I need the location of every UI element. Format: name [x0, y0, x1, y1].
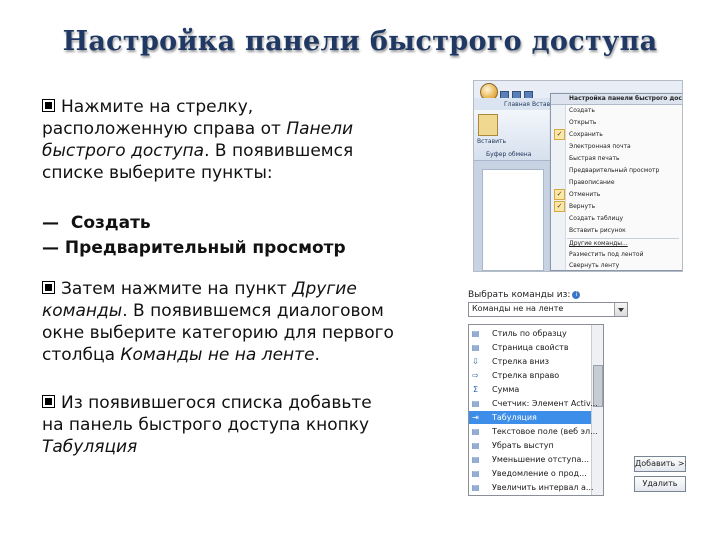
check-icon: ✓ — [554, 201, 565, 212]
list-item[interactable]: ▤ Уменьшение отступа... — [469, 453, 591, 466]
list-item-label: Увеличить интервал а... — [492, 483, 594, 492]
ribbon-screenshot: Главная Вставка Вставить Буфер обмена На… — [473, 80, 683, 272]
list-item-label: Табуляция — [492, 413, 537, 422]
choose-commands-label: Выбрать команды из: i — [468, 290, 581, 300]
menu-item-print-preview[interactable]: Предварительный просмотр — [569, 167, 659, 174]
paste-label: Вставить — [477, 138, 507, 145]
doc-icon: ▤ — [471, 343, 480, 352]
list-item-label: Стиль по образцу — [492, 329, 567, 338]
list-item-label: Счетчик: Элемент Activ... — [492, 399, 598, 408]
menu-title: Настройка панели быстрого доступа — [551, 94, 682, 105]
menu-separator — [567, 238, 679, 239]
list-item[interactable]: Σ Сумма — [469, 383, 591, 396]
commands-list: ▤ Стиль по образцу ▤ Страница свойств ⇩ Стрел… — [468, 324, 604, 496]
quick-access-toolbar[interactable] — [500, 85, 556, 100]
chevron-down-icon[interactable] — [614, 303, 627, 316]
menu-item-create[interactable]: Создать — [569, 107, 595, 114]
combo-value: Команды не на ленте — [472, 304, 564, 313]
document-page — [482, 169, 544, 271]
bullet-icon — [42, 281, 55, 294]
add-button[interactable]: Добавить >> — [634, 456, 686, 472]
doc-icon: ▤ — [471, 469, 480, 478]
list-item-label: Сумма — [492, 385, 520, 394]
doc-icon: ▤ — [471, 483, 480, 492]
list-item-label: Текстовое поле (веб эл... — [492, 427, 598, 436]
paste-icon[interactable] — [478, 114, 498, 136]
bullet-icon — [42, 395, 55, 408]
list-item[interactable]: ▤ Уведомление о прод... — [469, 467, 591, 480]
tab-icon: ⇥ — [472, 413, 479, 422]
ribbon-panel: Вставить Буфер обмена — [474, 110, 550, 161]
list-item-label: Страница свойств — [492, 343, 569, 352]
menu-item-quick-print[interactable]: Быстрая печать — [569, 155, 620, 162]
list-item-label: Стрелка вниз — [492, 357, 550, 366]
list-item-label: Уведомление о прод... — [492, 469, 587, 478]
doc-icon: ▤ — [471, 329, 480, 338]
remove-button[interactable]: Удалить — [634, 476, 686, 492]
menu-item-insert-picture[interactable]: Вставить рисунок — [569, 227, 626, 234]
doc-icon: ▤ — [471, 399, 480, 408]
slide-title: Настройка панели быстрого доступа — [62, 26, 658, 57]
commands-dialog-screenshot: Выбрать команды из: i Команды не на ленте… — [464, 284, 686, 498]
list-item[interactable]: ▤ Увеличить интервал а... — [469, 481, 594, 494]
doc-icon: ▤ — [471, 427, 480, 436]
check-icon: ✓ — [554, 189, 565, 200]
commands-category-select[interactable]: Команды не на ленте — [468, 302, 628, 317]
doc-icon: ▤ — [471, 441, 480, 450]
paragraph-1: Нажмите на стрелку, расположенную справа… — [42, 97, 354, 183]
list-item-label: Убрать выступ — [492, 441, 554, 450]
sigma-icon: Σ — [472, 385, 479, 394]
menu-item-more-commands[interactable]: Другие команды... — [569, 240, 628, 247]
list-item[interactable]: ⇩ Стрелка вниз — [469, 355, 591, 368]
menu-item-spelling[interactable]: Правописание — [569, 179, 615, 186]
list-item[interactable]: ▤ Убрать выступ — [469, 439, 591, 452]
list-item[interactable]: ▤ Стиль по образцу — [469, 327, 591, 340]
document-area — [474, 161, 550, 271]
menu-item-email[interactable]: Электронная почта — [569, 143, 631, 150]
bullet-icon — [42, 99, 55, 112]
menu-item-save[interactable]: Сохранить — [569, 131, 603, 138]
qat-customize-menu: Настройка панели быстрого доступа Создат… — [550, 93, 682, 271]
list-item-preview: — Предварительный просмотр — [42, 238, 346, 258]
check-icon: ✓ — [554, 129, 565, 140]
menu-item-show-below-ribbon[interactable]: Разместить под лентой — [569, 251, 644, 258]
paragraph-2: Затем нажмите на пункт Другие команды. В… — [42, 279, 394, 365]
tab-home[interactable]: Главная — [504, 101, 530, 108]
ribbon-tabs: Главная Вставка — [474, 98, 557, 110]
list-item[interactable]: ▤ Счетчик: Элемент Activ... — [469, 397, 598, 410]
menu-item-undo[interactable]: Отменить — [569, 191, 600, 198]
arrow-down-icon: ⇩ — [472, 357, 479, 366]
clipboard-group-label: Буфер обмена — [486, 151, 532, 158]
list-item[interactable]: ⇨ Стрелка вправо — [469, 369, 591, 382]
menu-item-redo[interactable]: Вернуть — [569, 203, 595, 210]
list-scrollbar[interactable] — [591, 325, 603, 495]
list-item-create: — Создать — [42, 213, 151, 233]
info-icon: i — [572, 290, 581, 299]
list-item-label: Уменьшение отступа... — [492, 455, 590, 464]
list-item[interactable]: ▤ Страница свойств — [469, 341, 591, 354]
paragraph-3: Из появившегося списка добавьте на панел… — [42, 393, 372, 457]
list-item[interactable]: ⇥ Табуляция — [469, 411, 591, 424]
list-item-label: Стрелка вправо — [492, 371, 560, 380]
menu-item-open[interactable]: Открыть — [569, 119, 596, 126]
menu-item-create-table[interactable]: Создать таблицу — [569, 215, 623, 222]
list-item[interactable]: ▤ Текстовое поле (веб эл... — [469, 425, 598, 438]
menu-item-minimize-ribbon[interactable]: Свернуть ленту — [569, 262, 619, 269]
arrow-right-icon: ⇨ — [472, 371, 479, 380]
doc-icon: ▤ — [471, 455, 480, 464]
